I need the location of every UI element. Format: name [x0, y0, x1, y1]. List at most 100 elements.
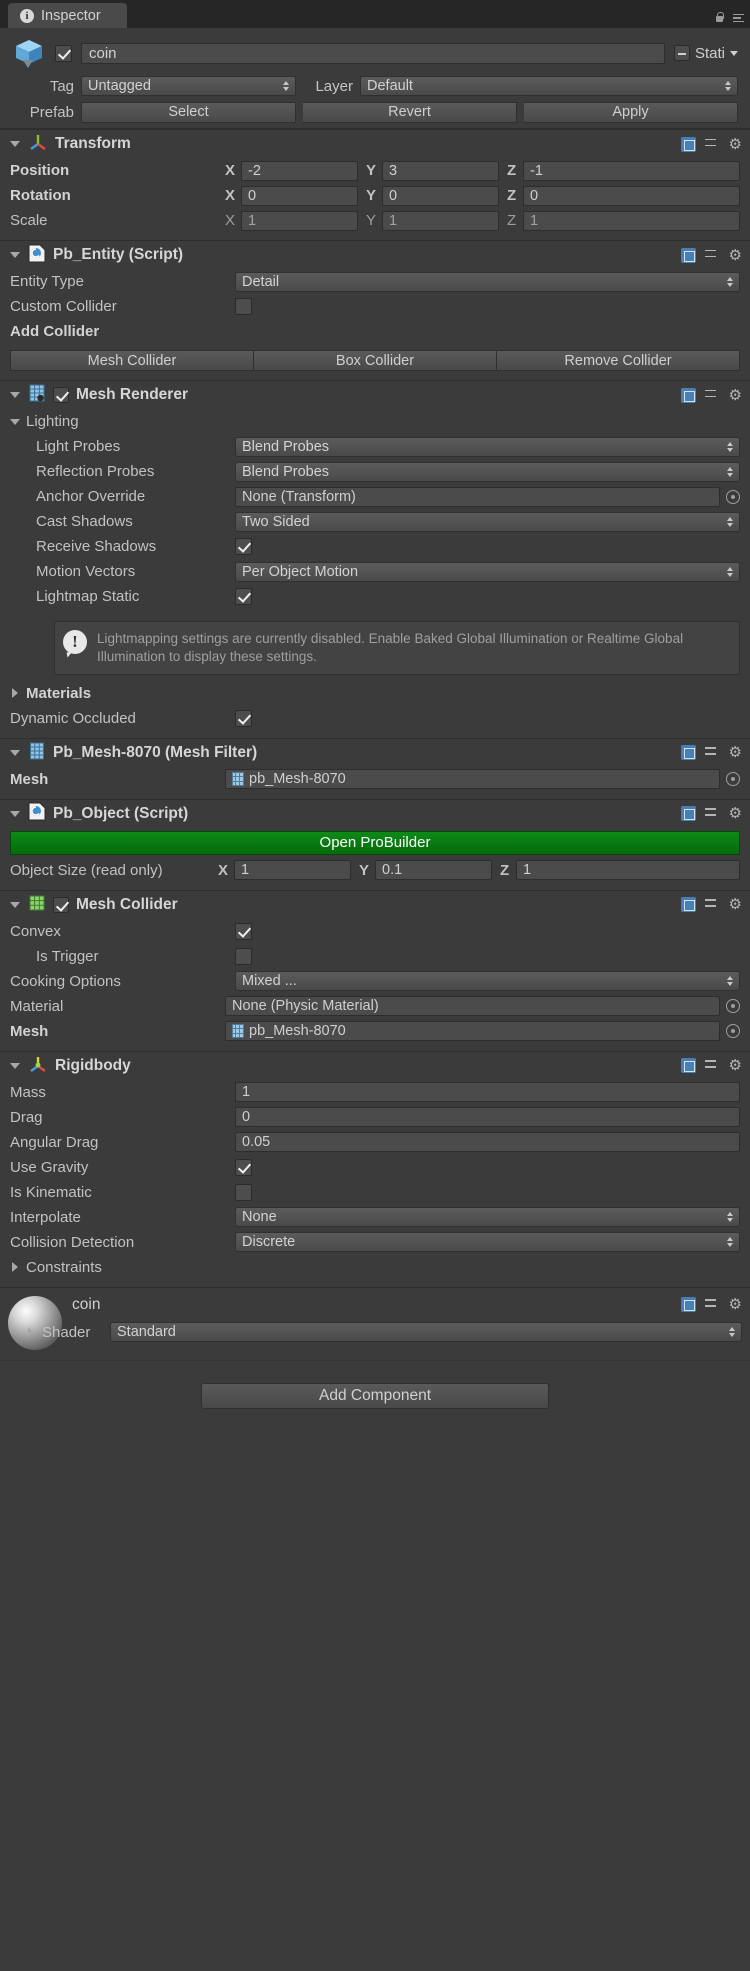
mesh-picker-icon[interactable]: [726, 772, 740, 787]
static-checkbox[interactable]: [673, 45, 690, 61]
tab-inspector[interactable]: i Inspector: [8, 3, 127, 28]
materials-foldout-row[interactable]: Materials: [10, 681, 740, 706]
gear-icon[interactable]: ⚙: [729, 248, 742, 263]
collision-detection-dropdown[interactable]: Discrete: [235, 1232, 740, 1253]
light-probes-dropdown[interactable]: Blend Probes: [235, 436, 740, 457]
lighting-foldout-row[interactable]: Lighting: [10, 409, 740, 434]
gear-icon[interactable]: ⚙: [729, 1058, 742, 1073]
preset-icon[interactable]: [704, 137, 720, 152]
open-probuilder-button[interactable]: Open ProBuilder: [10, 830, 740, 855]
prefab-select-button[interactable]: Select: [81, 101, 296, 123]
rotation-z-input[interactable]: 0: [523, 185, 740, 206]
gear-icon[interactable]: ⚙: [729, 388, 742, 403]
constraints-foldout-row[interactable]: Constraints: [10, 1255, 740, 1280]
drag-input[interactable]: 0: [235, 1107, 740, 1128]
remove-collider-button[interactable]: Remove Collider: [497, 350, 740, 371]
scale-y-input[interactable]: 1: [382, 210, 499, 231]
mass-input[interactable]: 1: [235, 1082, 740, 1103]
prefab-revert-button[interactable]: Revert: [303, 101, 517, 123]
rigidbody-header[interactable]: Rigidbody ⚙: [0, 1051, 750, 1080]
cast-shadows-dropdown[interactable]: Two Sided: [235, 511, 740, 532]
hamburger-menu-icon[interactable]: [733, 13, 744, 23]
preset-icon[interactable]: [704, 745, 720, 760]
rotation-x-input[interactable]: 0: [241, 185, 358, 206]
custom-collider-checkbox[interactable]: [235, 298, 252, 315]
foldout-arrow-icon[interactable]: [10, 749, 20, 756]
foldout-arrow-icon[interactable]: [28, 1327, 34, 1338]
receive-shadows-checkbox[interactable]: [235, 538, 252, 555]
foldout-arrow-icon[interactable]: [10, 1062, 20, 1069]
mesh-renderer-enabled-checkbox[interactable]: [53, 387, 69, 403]
object-name-input[interactable]: coin: [81, 42, 665, 64]
is-kinematic-checkbox[interactable]: [235, 1183, 252, 1201]
static-dropdown[interactable]: Stati: [673, 45, 738, 62]
foldout-arrow-icon[interactable]: [10, 810, 20, 817]
box-collider-button[interactable]: Box Collider: [254, 350, 497, 371]
mesh-collider-header[interactable]: Mesh Collider ⚙: [0, 890, 750, 919]
preset-icon[interactable]: [704, 897, 720, 912]
help-book-icon[interactable]: [680, 806, 696, 822]
scale-z-input[interactable]: 1: [523, 210, 740, 231]
dynamic-occluded-checkbox[interactable]: [235, 709, 252, 727]
gear-icon[interactable]: ⚙: [729, 745, 742, 760]
reflection-probes-dropdown[interactable]: Blend Probes: [235, 461, 740, 482]
gear-icon[interactable]: ⚙: [729, 897, 742, 912]
scale-x-input[interactable]: 1: [241, 210, 358, 231]
gear-icon[interactable]: ⚙: [729, 806, 742, 821]
mesh-collider-enabled-checkbox[interactable]: [53, 896, 69, 913]
collider-mesh-objectfield[interactable]: pb_Mesh-8070: [225, 1021, 720, 1042]
is-trigger-checkbox[interactable]: [235, 947, 252, 965]
object-enabled-checkbox[interactable]: [55, 44, 72, 62]
help-book-icon[interactable]: [680, 897, 696, 913]
interpolate-dropdown[interactable]: None: [235, 1207, 740, 1228]
preset-icon[interactable]: [704, 1058, 720, 1073]
physic-material-objectfield[interactable]: None (Physic Material): [225, 996, 720, 1017]
anchor-override-objectfield[interactable]: None (Transform): [235, 486, 720, 507]
position-x-input[interactable]: -2: [241, 160, 358, 181]
pb-object-header[interactable]: Pb_Object (Script) ⚙: [0, 799, 750, 828]
mesh-objectfield[interactable]: pb_Mesh-8070: [225, 769, 720, 790]
lightmap-static-checkbox[interactable]: [235, 588, 252, 605]
preset-icon[interactable]: [704, 806, 720, 821]
foldout-arrow-icon[interactable]: [10, 392, 20, 398]
help-book-icon[interactable]: [680, 136, 696, 152]
foldout-arrow-icon[interactable]: [12, 1262, 18, 1273]
pb-entity-header[interactable]: Pb_Entity (Script) ⚙: [0, 241, 750, 269]
layer-dropdown[interactable]: Default: [360, 76, 738, 96]
position-z-input[interactable]: -1: [523, 160, 740, 181]
motion-vectors-dropdown[interactable]: Per Object Motion: [235, 561, 740, 582]
help-book-icon[interactable]: [680, 1297, 696, 1313]
preset-icon[interactable]: [704, 388, 720, 403]
convex-checkbox[interactable]: [235, 922, 252, 940]
lock-icon[interactable]: [715, 12, 724, 24]
help-book-icon[interactable]: [680, 745, 696, 761]
angular-drag-input[interactable]: 0.05: [235, 1132, 740, 1153]
gear-icon[interactable]: ⚙: [729, 1297, 742, 1312]
foldout-arrow-icon[interactable]: [10, 141, 20, 147]
add-component-button[interactable]: Add Component: [201, 1382, 549, 1409]
preset-icon[interactable]: [704, 248, 720, 263]
foldout-arrow-icon[interactable]: [10, 901, 20, 908]
prefab-apply-button[interactable]: Apply: [524, 101, 738, 123]
help-book-icon[interactable]: [680, 387, 696, 403]
help-book-icon[interactable]: [680, 247, 696, 263]
preset-icon[interactable]: [704, 1297, 720, 1312]
collider-mesh-picker-icon[interactable]: [726, 1024, 740, 1039]
rotation-y-input[interactable]: 0: [382, 185, 499, 206]
position-y-input[interactable]: 3: [382, 160, 499, 181]
help-book-icon[interactable]: [680, 1058, 696, 1074]
use-gravity-checkbox[interactable]: [235, 1158, 252, 1176]
physic-material-picker-icon[interactable]: [726, 999, 740, 1014]
gear-icon[interactable]: ⚙: [729, 137, 742, 152]
tag-dropdown[interactable]: Untagged: [81, 76, 296, 96]
anchor-override-picker-icon[interactable]: [726, 489, 740, 504]
cooking-options-dropdown[interactable]: Mixed ...: [235, 971, 740, 992]
shader-dropdown[interactable]: Standard: [110, 1322, 742, 1343]
transform-header[interactable]: Transform ⚙: [0, 130, 750, 158]
mesh-filter-header[interactable]: Pb_Mesh-8070 (Mesh Filter) ⚙: [0, 738, 750, 767]
foldout-arrow-icon[interactable]: [10, 418, 20, 425]
foldout-arrow-icon[interactable]: [10, 252, 20, 258]
entity-type-dropdown[interactable]: Detail: [235, 271, 740, 292]
foldout-arrow-icon[interactable]: [12, 688, 18, 699]
mesh-renderer-header[interactable]: Mesh Renderer ⚙: [0, 381, 750, 409]
